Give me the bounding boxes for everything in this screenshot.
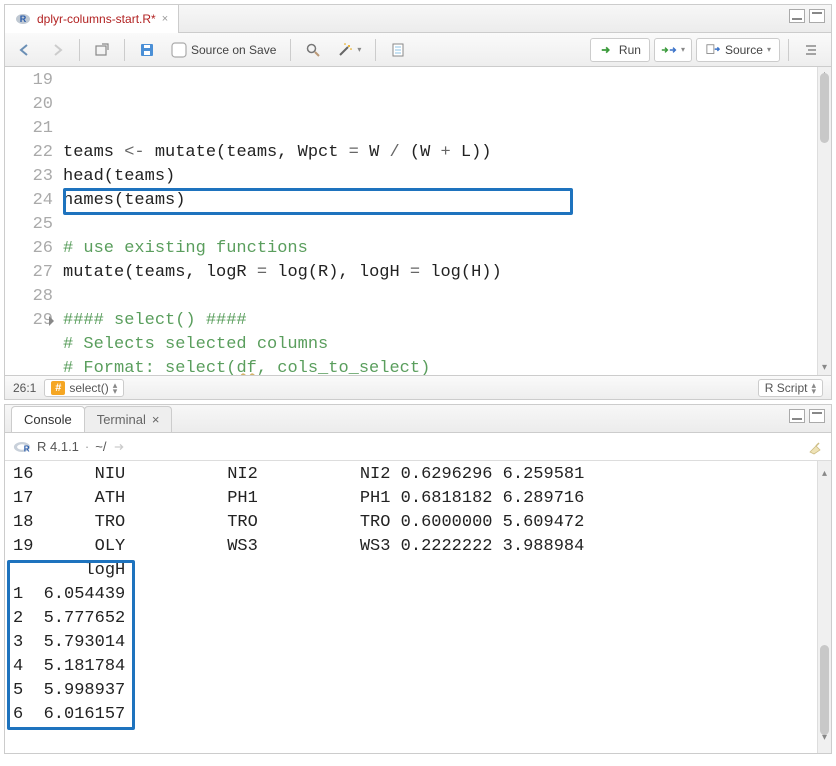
outline-icon xyxy=(803,42,819,58)
source-icon xyxy=(705,42,721,58)
source-on-save-label: Source on Save xyxy=(191,43,276,57)
source-label: Source xyxy=(725,43,763,57)
console-tab-label: Console xyxy=(24,412,72,427)
r-logo-icon: R xyxy=(13,440,31,454)
popout-icon xyxy=(94,42,110,58)
search-icon xyxy=(305,42,321,58)
compile-report-button[interactable] xyxy=(384,39,412,61)
scroll-up-arrow[interactable]: ▴ xyxy=(818,463,831,487)
file-tab-label: dplyr-columns-start.R* xyxy=(37,12,156,26)
scrollbar-thumb[interactable] xyxy=(820,73,829,143)
arrow-right-icon xyxy=(49,42,65,58)
back-button[interactable] xyxy=(11,39,39,61)
scroll-down-arrow[interactable]: ▾ xyxy=(818,727,831,751)
section-hash-icon: # xyxy=(51,381,65,395)
separator xyxy=(290,39,291,61)
filetype-label: R Script xyxy=(765,381,808,395)
terminal-tab[interactable]: Terminal × xyxy=(84,406,173,432)
run-button[interactable]: Run xyxy=(590,38,650,62)
console-tabbar: Console Terminal × xyxy=(5,405,831,433)
separator xyxy=(375,39,376,61)
code-area[interactable]: teams <- mutate(teams, Wpct = W / (W + L… xyxy=(63,67,817,375)
console-output[interactable]: 16 NIU NI2 NI2 0.6296296 6.259581 17 ATH… xyxy=(5,461,831,753)
rerun-button[interactable]: ▾ xyxy=(654,38,692,62)
editor-statusbar: 26:1 # select() ▴▾ R Script ▴▾ xyxy=(5,375,831,399)
close-icon[interactable]: × xyxy=(162,13,168,25)
editor-window-controls xyxy=(789,9,825,23)
find-button[interactable] xyxy=(299,39,327,61)
maximize-icon[interactable] xyxy=(809,9,825,23)
filetype-chip[interactable]: R Script ▴▾ xyxy=(758,379,823,397)
source-editor[interactable]: 1920212223242526272829 teams <- mutate(t… xyxy=(5,67,831,375)
section-chip[interactable]: # select() ▴▾ xyxy=(44,379,124,397)
clear-console-icon[interactable] xyxy=(807,439,823,455)
console-text: 16 NIU NI2 NI2 0.6296296 6.259581 17 ATH… xyxy=(13,463,817,751)
terminal-tab-label: Terminal xyxy=(97,412,146,427)
minimize-icon[interactable] xyxy=(789,409,805,423)
source-on-save-checkbox[interactable]: Source on Save xyxy=(165,39,282,61)
separator xyxy=(79,39,80,61)
r-path-label: ~/ xyxy=(95,439,106,454)
console-info-bar: R R 4.1.1 · ~/ xyxy=(5,433,831,461)
source-button[interactable]: Source ▾ xyxy=(696,38,780,62)
section-updown-icon: ▴▾ xyxy=(113,382,118,394)
scrollbar-thumb[interactable] xyxy=(820,645,829,735)
wand-icon xyxy=(337,42,353,58)
console-scrollbar[interactable]: ▴ ▾ xyxy=(817,461,831,753)
run-icon xyxy=(599,42,615,58)
outline-button[interactable] xyxy=(797,39,825,61)
filetype-updown-icon: ▴▾ xyxy=(811,382,816,394)
file-tab[interactable]: R dplyr-columns-start.R* × xyxy=(5,5,179,33)
svg-text:R: R xyxy=(24,444,30,453)
vertical-scrollbar[interactable]: ▴ ▾ xyxy=(817,67,831,375)
checkbox-icon xyxy=(171,42,187,58)
r-file-icon: R xyxy=(15,11,31,27)
separator xyxy=(124,39,125,61)
save-button[interactable] xyxy=(133,39,161,61)
forward-button[interactable] xyxy=(43,39,71,61)
editor-toolbar: Source on Save ▾ Run xyxy=(5,33,831,67)
console-tab[interactable]: Console xyxy=(11,406,85,432)
r-path-separator: · xyxy=(85,439,89,454)
console-window-controls xyxy=(789,409,825,423)
separator xyxy=(788,39,789,61)
code-tools-button[interactable]: ▾ xyxy=(331,39,367,61)
editor-tabbar: R dplyr-columns-start.R* × xyxy=(5,5,831,33)
notebook-icon xyxy=(390,42,406,58)
svg-text:R: R xyxy=(20,14,27,24)
save-icon xyxy=(139,42,155,58)
show-in-new-window-button[interactable] xyxy=(88,39,116,61)
r-version-label: R 4.1.1 xyxy=(37,439,79,454)
go-to-dir-icon[interactable] xyxy=(112,439,128,455)
line-gutter: 1920212223242526272829 xyxy=(5,67,63,375)
section-label: select() xyxy=(69,381,108,395)
scroll-down-arrow[interactable]: ▾ xyxy=(818,362,831,373)
rerun-icon xyxy=(661,42,677,58)
cursor-position: 26:1 xyxy=(13,381,36,395)
console-pane: Console Terminal × R R 4.1.1 · ~/ 16 NIU… xyxy=(4,404,832,754)
arrow-left-icon xyxy=(17,42,33,58)
minimize-icon[interactable] xyxy=(789,9,805,23)
maximize-icon[interactable] xyxy=(809,409,825,423)
close-icon[interactable]: × xyxy=(152,412,160,427)
editor-pane: R dplyr-columns-start.R* × xyxy=(4,4,832,400)
run-label: Run xyxy=(619,43,641,57)
